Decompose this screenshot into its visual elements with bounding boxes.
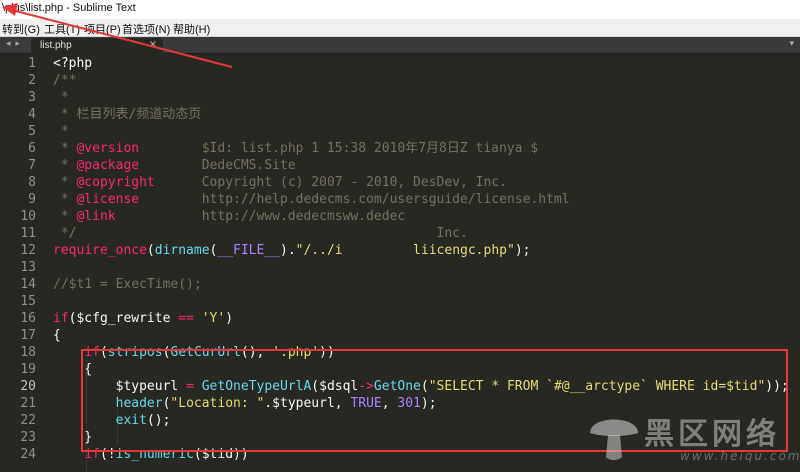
menu-help[interactable]: 帮助(H) [173, 21, 210, 37]
menu-project[interactable]: 项目(P) [84, 21, 121, 37]
watermark: 黑区网络 www.heiqu.com [582, 403, 800, 472]
code-text[interactable]: * @link http://www.dedecmsww.dedec [53, 208, 405, 225]
line-number: 22 [20, 413, 36, 428]
line-number: 10 [20, 209, 36, 224]
code-line[interactable]: 14 //$t1 = ExecTime(); [0, 276, 800, 293]
line-number: 6 [28, 141, 36, 156]
code-text[interactable]: * @copyright Copyright (c) 2007 - 2010, … [53, 174, 507, 191]
code-text[interactable]: if($cfg_rewrite == 'Y') [53, 310, 233, 327]
line-number: 16 [20, 311, 36, 326]
window-titlebar: \plus\list.php - Sublime Text [0, 0, 800, 19]
code-line[interactable]: 16 if($cfg_rewrite == 'Y') [0, 310, 800, 327]
code-line[interactable]: 6 * @version $Id: list.php 1 15:38 2010年… [0, 140, 800, 157]
line-number: 23 [20, 430, 36, 445]
code-line[interactable]: 11 */ Inc. [0, 225, 800, 242]
code-line[interactable]: 2 /** [0, 72, 800, 89]
line-number: 4 [28, 107, 36, 122]
menu-bar: 转到(G) 工具(T) 项目(P) 首选项(N) 帮助(H) [0, 19, 800, 37]
code-line[interactable]: 4 * 栏目列表/频道动态页 [0, 106, 800, 123]
line-number: 24 [20, 447, 36, 462]
code-text[interactable]: * @package DedeCMS.Site [53, 157, 296, 174]
tab-strip: ◂ ▸ list.php × ▾ [0, 37, 800, 54]
mushroom-logo-icon [590, 419, 638, 460]
line-number: 9 [28, 192, 36, 207]
line-number: 8 [28, 175, 36, 190]
code-line[interactable]: 17 { [0, 327, 800, 344]
line-number: 1 [28, 56, 36, 71]
code-text[interactable]: * [53, 123, 69, 140]
line-number: 7 [28, 158, 36, 173]
window-title: \plus\list.php - Sublime Text [2, 2, 136, 14]
code-line[interactable]: 9 * @license http://help.dedecms.com/use… [0, 191, 800, 208]
code-text[interactable]: { [53, 327, 61, 344]
code-line[interactable]: 7 * @package DedeCMS.Site [0, 157, 800, 174]
code-line[interactable]: 3 * [0, 89, 800, 106]
code-line[interactable]: 1 <?php [0, 55, 800, 72]
code-line[interactable]: 5 * [0, 123, 800, 140]
tab-close-icon[interactable]: × [149, 39, 157, 50]
line-number: 21 [20, 396, 36, 411]
code-text[interactable]: * [53, 89, 69, 106]
code-line[interactable]: 10 * @link http://www.dedecmsww.dedec [0, 208, 800, 225]
menu-preferences[interactable]: 首选项(N) [122, 21, 170, 37]
line-number: 5 [28, 124, 36, 139]
line-number: 12 [20, 243, 36, 258]
line-number: 15 [20, 294, 36, 309]
tab-nav-arrows-icon[interactable]: ◂ ▸ [6, 39, 28, 51]
code-text[interactable]: * @license http://help.dedecms.com/users… [53, 191, 570, 208]
line-number: 11 [20, 226, 36, 241]
code-text[interactable]: /** [53, 72, 76, 89]
code-text[interactable]: */ Inc. [53, 225, 468, 242]
tab-list-php[interactable]: list.php × [31, 38, 163, 54]
tab-overflow-icon[interactable]: ▾ [789, 39, 794, 49]
code-text[interactable]: * @version $Id: list.php 1 15:38 2010年7月… [53, 140, 538, 157]
watermark-text: 黑区网络 [644, 417, 780, 452]
line-number: 18 [20, 345, 36, 360]
line-number: 2 [28, 73, 36, 88]
menu-tools[interactable]: 工具(T) [44, 21, 80, 37]
code-line[interactable]: 15 [0, 293, 800, 310]
line-number: 19 [20, 362, 36, 377]
line-number: 17 [20, 328, 36, 343]
line-number: 13 [20, 260, 36, 275]
code-text[interactable]: <?php [53, 55, 92, 72]
code-text[interactable]: require_once(dirname(__FILE__)."/../i li… [53, 242, 530, 259]
tab-label: list.php [40, 40, 72, 51]
code-line[interactable]: 12 require_once(dirname(__FILE__)."/../i … [0, 242, 800, 259]
code-line[interactable]: 8 * @copyright Copyright (c) 2007 - 2010… [0, 174, 800, 191]
line-number: 14 [20, 277, 36, 292]
code-line[interactable]: 13 [0, 259, 800, 276]
line-number: 20 [20, 379, 36, 394]
code-text[interactable]: //$t1 = ExecTime(); [53, 276, 202, 293]
code-text[interactable]: * 栏目列表/频道动态页 [53, 106, 202, 123]
line-number: 3 [28, 90, 36, 105]
menu-goto[interactable]: 转到(G) [2, 21, 40, 37]
watermark-url: www.heiqu.com [680, 449, 800, 463]
